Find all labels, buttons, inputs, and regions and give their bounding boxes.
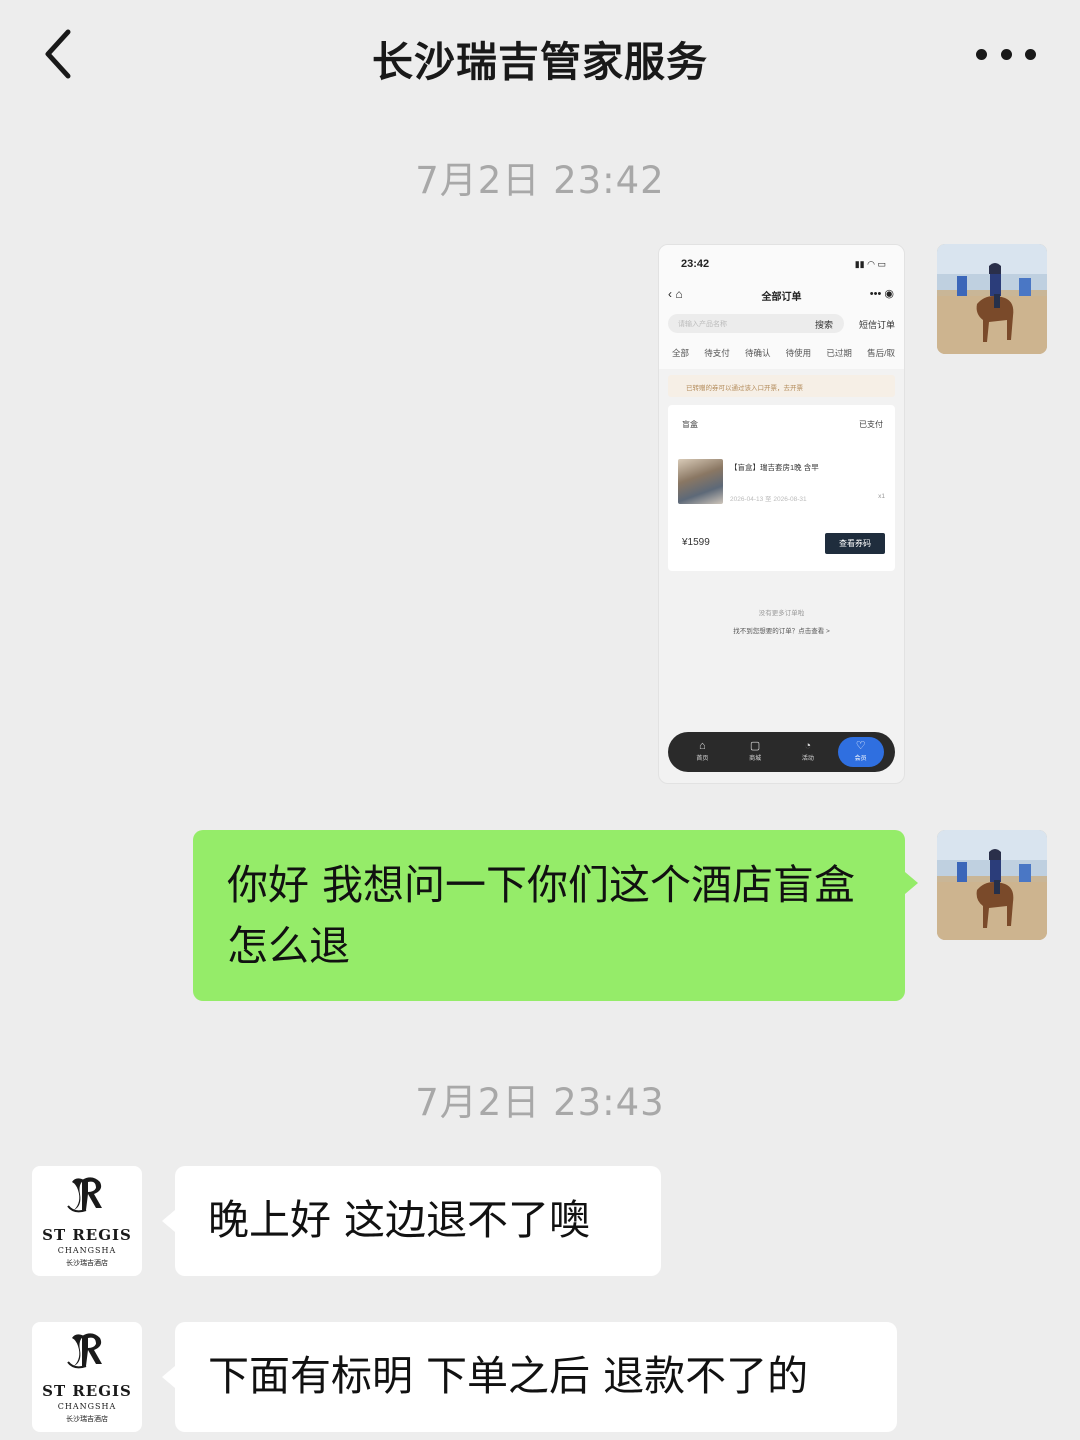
user-avatar[interactable] — [937, 244, 1047, 354]
hotel-message-bubble[interactable]: 下面有标明 下单之后 退款不了的 — [175, 1322, 897, 1432]
screenshot-product-dates: 2026-04-13 至 2026-08-31 — [730, 496, 807, 503]
logo-city: CHANGSHA — [57, 1402, 117, 1411]
screenshot-product-qty: x1 — [878, 493, 885, 500]
screenshot-status-time: 23:42 — [681, 258, 710, 270]
screenshot-price: ¥1599 — [682, 537, 710, 548]
screenshot-nav: ‹ ⌂ 全部订单 ••• ◉ — [659, 285, 904, 309]
screenshot-no-more: 没有更多订单啦 — [758, 610, 805, 617]
screenshot-product-name: 【盲盒】瑞吉套房1晚 含早 — [730, 463, 819, 472]
screenshot-tab-activity: ◔ 活动 — [801, 740, 814, 762]
bubble-tail — [162, 1366, 175, 1388]
screenshot-sms-orders: 短信订单 — [858, 320, 895, 330]
screenshot-tab-home: ⌂ 首页 — [696, 740, 709, 762]
screenshot-status-icons: ▮▮ ◠ ▭ — [854, 259, 886, 269]
screenshot-tab: 售后/取 — [867, 348, 895, 358]
logo-city: CHANGSHA — [57, 1246, 117, 1255]
bubble-tail — [905, 872, 918, 894]
screenshot-page-title: 全部订单 — [761, 292, 802, 303]
bubble-tail — [162, 1210, 175, 1232]
screenshot-order-status: 已支付 — [859, 420, 883, 429]
screenshot-product-image — [678, 459, 723, 504]
user-avatar[interactable] — [937, 830, 1047, 940]
screenshot-order-card: 盲盒 已支付 【盲盒】瑞吉套房1晚 含早 2026-04-13 至 2026-0… — [668, 405, 895, 571]
screenshot-search-button: 搜索 — [815, 320, 834, 330]
logo-brand: ST REGIS — [42, 1226, 132, 1244]
screenshot-tab: 待使用 — [785, 348, 812, 358]
more-options-icon[interactable] — [976, 36, 1036, 72]
user-avatar-image — [937, 244, 1047, 354]
screenshot-menu-icon: ••• ◉ — [869, 288, 894, 300]
message-timestamp: 7月2日 23:42 — [415, 159, 665, 202]
message-timestamp: 7月2日 23:43 — [415, 1081, 665, 1124]
screenshot-tab: 待支付 — [704, 348, 730, 358]
logo-cn: 长沙瑞吉酒店 — [66, 1415, 108, 1423]
screenshot-tab-mall: ▢ 商城 — [749, 740, 762, 762]
user-avatar-image — [937, 830, 1047, 940]
logo-brand: ST REGIS — [42, 1382, 132, 1400]
user-message-text: 你好 我想问一下你们这个酒店盲盒怎么退 — [227, 861, 856, 970]
screenshot-notice: 已转赠的券可以通过该入口开票，去开票 — [668, 375, 895, 397]
user-message-bubble[interactable]: 你好 我想问一下你们这个酒店盲盒怎么退 — [193, 830, 905, 1001]
screenshot-view-code-button: 查看券码 — [825, 533, 885, 554]
screenshot-tab-member: ♡ 会员 — [837, 737, 884, 767]
hotel-message-bubble[interactable]: 晚上好 这边退不了噢 — [175, 1166, 661, 1276]
screenshot-tabbar: ⌂ 首页 ▢ 商城 ◔ 活动 ♡ 会员 — [668, 732, 895, 772]
screenshot-tab: 全部 — [672, 348, 690, 358]
hotel-message-text: 下面有标明 下单之后 退款不了的 — [208, 1352, 809, 1400]
hotel-avatar[interactable]: ST REGIS CHANGSHA 长沙瑞吉酒店 — [32, 1322, 142, 1432]
screenshot-tab: 待确认 — [744, 348, 771, 358]
hotel-message-text: 晚上好 这边退不了噢 — [208, 1196, 591, 1244]
screenshot-tab: 已过期 — [826, 348, 852, 358]
hotel-avatar[interactable]: ST REGIS CHANGSHA 长沙瑞吉酒店 — [32, 1166, 142, 1276]
chat-header: 长沙瑞吉管家服务 — [0, 0, 1080, 110]
logo-cn: 长沙瑞吉酒店 — [66, 1259, 108, 1267]
screenshot-category: 盲盒 — [682, 420, 698, 429]
chat-title: 长沙瑞吉管家服务 — [372, 38, 708, 86]
screenshot-tabs: 全部 待支付 待确认 待使用 已过期 售后/取 — [672, 347, 895, 359]
screenshot-not-found: 找不到您想要的订单？点击查看 > — [733, 628, 830, 635]
order-screenshot-image[interactable]: 23:42 ▮▮ ◠ ▭ ‹ ⌂ 全部订单 ••• ◉ 请输入产品名称 搜索 短… — [658, 244, 905, 784]
